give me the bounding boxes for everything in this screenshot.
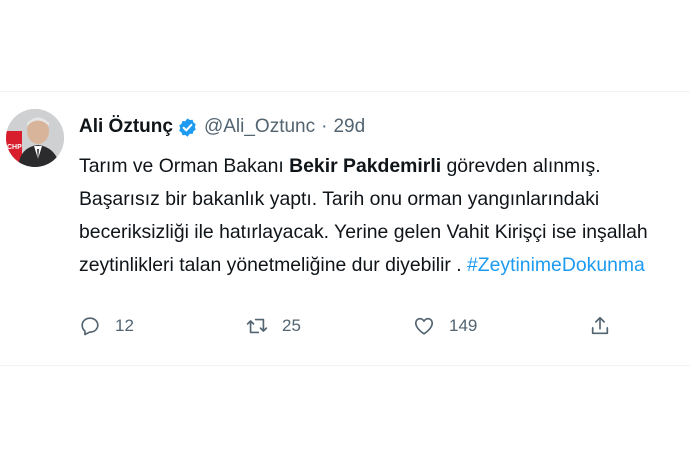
mentioned-name: Bekir Pakdemirli <box>289 155 442 177</box>
author-handle[interactable]: @Ali_Oztunc <box>204 116 315 138</box>
hashtag-link[interactable]: #ZeytinimeDokunma <box>467 254 645 276</box>
share-icon <box>591 316 609 335</box>
reply-button[interactable]: 12 <box>79 315 134 337</box>
like-count: 149 <box>449 316 478 335</box>
reply-count: 12 <box>115 316 134 335</box>
tweet-actions: 12 25 149 <box>79 315 619 345</box>
share-button[interactable] <box>589 315 611 337</box>
avatar[interactable]: CHP <box>6 109 64 167</box>
like-icon <box>414 317 434 335</box>
author-name[interactable]: Ali Öztunç <box>79 116 173 138</box>
like-button[interactable]: 149 <box>413 315 477 337</box>
verified-badge-icon <box>179 117 196 137</box>
tweet-header: Ali Öztunç @Ali_Oztunc · 29d <box>79 114 365 140</box>
retweet-count: 25 <box>282 316 301 335</box>
separator-dot: · <box>321 116 328 137</box>
reply-icon <box>81 317 99 336</box>
avatar-image: CHP <box>6 109 64 167</box>
tweet-text: Tarım ve Orman Bakanı Bekir Pakdemirli g… <box>79 150 679 282</box>
retweet-icon <box>246 318 268 334</box>
avatar-badge: CHP <box>7 144 22 151</box>
retweet-button[interactable]: 25 <box>246 315 301 337</box>
tweet-text-start: Tarım ve Orman Bakanı <box>79 155 290 177</box>
tweet-timestamp[interactable]: 29d <box>333 116 365 138</box>
